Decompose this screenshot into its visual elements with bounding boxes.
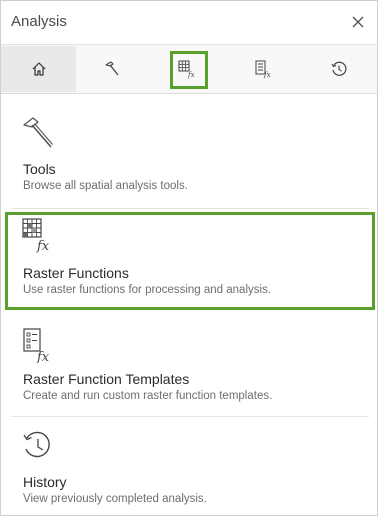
list-item-tools[interactable]: Tools Browse all spatial analysis tools. bbox=[11, 111, 369, 207]
raster-function-templates-icon: fx bbox=[23, 328, 50, 363]
item-description: View previously completed analysis. bbox=[23, 493, 207, 505]
item-label: Raster Function Templates bbox=[23, 371, 190, 387]
history-icon bbox=[331, 61, 347, 76]
svg-text:fx: fx bbox=[36, 239, 50, 253]
raster-functions-icon: fx bbox=[22, 218, 50, 253]
tab-bar: fx fx bbox=[1, 45, 377, 94]
item-description: Browse all spatial analysis tools. bbox=[23, 180, 188, 192]
list-item-history[interactable]: History View previously completed analys… bbox=[11, 427, 369, 515]
raster-function-templates-icon: fx bbox=[255, 60, 271, 79]
panel-title: Analysis bbox=[11, 13, 67, 30]
divider bbox=[11, 208, 369, 209]
analysis-panel: Analysis fx fx Tools Browse all spatial … bbox=[0, 0, 378, 516]
hammer-icon bbox=[23, 117, 53, 148]
svg-text:fx: fx bbox=[263, 71, 271, 79]
tab-raster-function-templates[interactable]: fx bbox=[227, 46, 299, 92]
hammer-icon bbox=[105, 61, 119, 76]
item-label: Raster Functions bbox=[23, 265, 129, 281]
history-icon bbox=[23, 431, 50, 458]
list-item-raster-functions[interactable]: fx Raster Functions Use raster functions… bbox=[11, 215, 369, 309]
home-icon bbox=[32, 62, 45, 76]
svg-text:fx: fx bbox=[36, 350, 50, 363]
list-item-raster-function-templates[interactable]: fx Raster Function Templates Create and … bbox=[11, 323, 369, 417]
tab-tools[interactable] bbox=[76, 46, 148, 92]
item-label: History bbox=[23, 474, 67, 490]
tab-highlight-box bbox=[170, 51, 208, 89]
panel-header: Analysis bbox=[1, 1, 377, 45]
tab-history[interactable] bbox=[303, 46, 375, 92]
tab-home[interactable] bbox=[1, 46, 76, 92]
item-label: Tools bbox=[23, 161, 56, 177]
item-description: Use raster functions for processing and … bbox=[23, 284, 272, 296]
item-description: Create and run custom raster function te… bbox=[23, 390, 273, 402]
divider bbox=[11, 416, 369, 417]
close-icon[interactable] bbox=[351, 15, 365, 29]
